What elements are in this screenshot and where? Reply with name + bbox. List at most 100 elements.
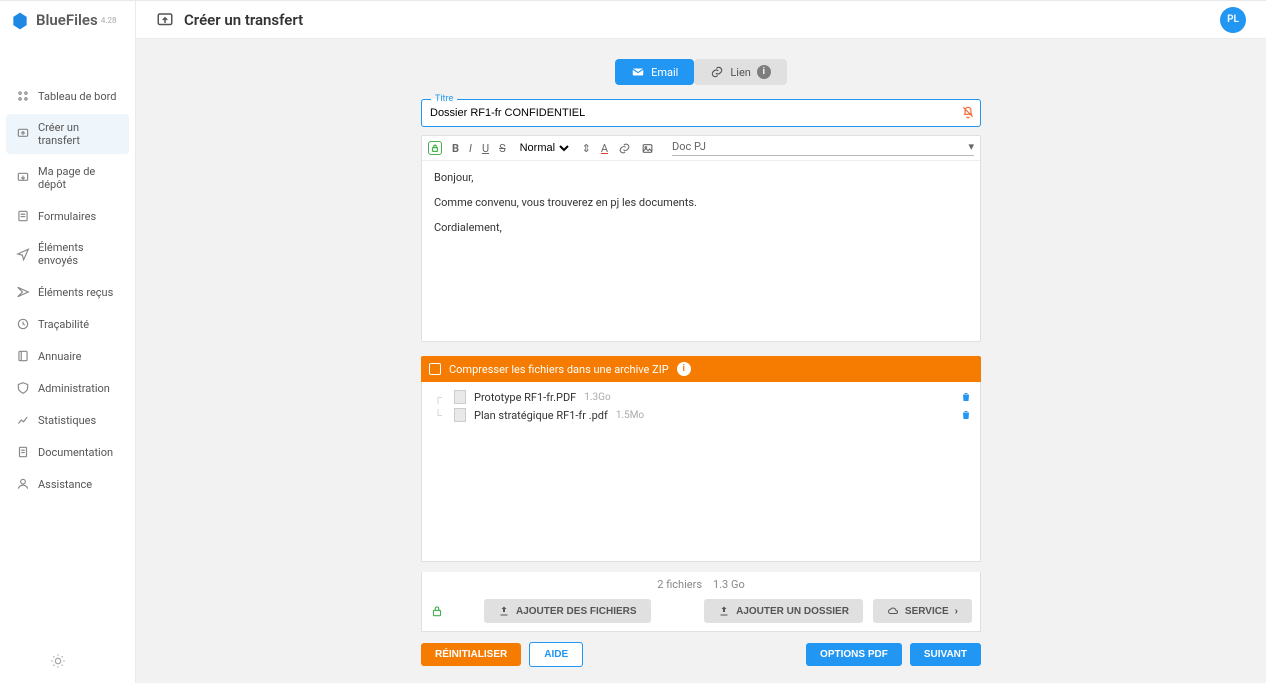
- brightness-icon[interactable]: [50, 653, 66, 669]
- tab-label: Email: [651, 66, 678, 79]
- file-row: └ Plan stratégique RF1-fr .pdf 1.5Mo: [430, 408, 972, 422]
- next-button[interactable]: SUIVANT: [910, 643, 981, 666]
- strike-button[interactable]: S: [499, 142, 506, 155]
- upload-icon: [498, 605, 510, 617]
- sidebar-item-forms[interactable]: Formulaires: [6, 202, 129, 230]
- title-label: Titre: [431, 94, 457, 104]
- zip-label: Compresser les fichiers dans une archive…: [449, 363, 669, 376]
- button-label: AJOUTER UN DOSSIER: [736, 606, 849, 617]
- sidebar-item-assistance[interactable]: Assistance: [6, 470, 129, 498]
- received-icon: [16, 285, 30, 299]
- service-button[interactable]: SERVICE ›: [873, 599, 972, 623]
- footer: RÉINITIALISER AIDE OPTIONS PDF SUIVANT: [421, 642, 981, 667]
- bell-slash-icon[interactable]: [961, 105, 975, 119]
- file-count: 2 fichiers: [657, 578, 702, 591]
- sidebar-label: Tableau de bord: [38, 90, 116, 103]
- format-select[interactable]: Normal: [516, 141, 572, 155]
- clock-icon: [16, 317, 30, 331]
- editor-toolbar: B I U S Normal ⇕ A Doc PJ ▾: [422, 136, 980, 161]
- tab-link[interactable]: Lien i: [694, 59, 787, 85]
- tab-email[interactable]: Email: [615, 59, 694, 85]
- template-value: Doc PJ: [672, 140, 706, 153]
- chevron-right-icon: ›: [955, 606, 958, 617]
- link-icon: [710, 65, 724, 79]
- sidebar-label: Éléments envoyés: [38, 241, 119, 267]
- brand-version: 4.28: [101, 16, 117, 25]
- editor-line: Bonjour,: [434, 171, 968, 184]
- file-icon: [454, 390, 466, 404]
- add-folder-button[interactable]: AJOUTER UN DOSSIER: [704, 599, 863, 623]
- logo-icon: [10, 11, 30, 31]
- sidebar-label: Formulaires: [38, 210, 96, 223]
- sidebar-item-statistics[interactable]: Statistiques: [6, 406, 129, 434]
- message-editor: B I U S Normal ⇕ A Doc PJ ▾: [421, 135, 981, 342]
- sidebar-item-received[interactable]: Éléments reçus: [6, 278, 129, 306]
- options-pdf-button[interactable]: OPTIONS PDF: [806, 643, 902, 666]
- sidebar-item-create-transfer[interactable]: Créer un transfert: [6, 114, 129, 154]
- sidebar-item-sent[interactable]: Éléments envoyés: [6, 234, 129, 274]
- upload-icon: [156, 11, 174, 29]
- file-total: 1.3 Go: [713, 578, 745, 591]
- logo: BlueFiles 4.28: [0, 1, 135, 41]
- editor-line: Comme convenu, vous trouverez en pj les …: [434, 196, 968, 209]
- upload-icon: [16, 127, 30, 141]
- user-icon: [16, 477, 30, 491]
- file-name: Prototype RF1-fr.PDF: [474, 391, 576, 404]
- tree-icon: └: [430, 409, 446, 422]
- sidebar-label: Statistiques: [38, 414, 96, 427]
- header: Créer un transfert PL: [136, 1, 1266, 39]
- delete-icon[interactable]: [960, 408, 972, 422]
- title-input[interactable]: [421, 99, 981, 127]
- add-files-button[interactable]: AJOUTER DES FICHIERS: [484, 599, 651, 623]
- cloud-icon: [887, 605, 899, 617]
- button-label: SERVICE: [905, 606, 949, 617]
- title-field: Titre: [421, 99, 981, 127]
- sidebar-item-directory[interactable]: Annuaire: [6, 342, 129, 370]
- chevron-down-icon: ▾: [968, 140, 974, 153]
- editor-body[interactable]: Bonjour, Comme convenu, vous trouverez e…: [422, 161, 980, 341]
- reset-button[interactable]: RÉINITIALISER: [421, 643, 521, 666]
- tab-label: Lien: [730, 66, 751, 79]
- transfer-mode-tabs: Email Lien i: [421, 59, 981, 85]
- avatar[interactable]: PL: [1220, 7, 1246, 33]
- sidebar-item-documentation[interactable]: Documentation: [6, 438, 129, 466]
- sidebar-label: Traçabilité: [38, 318, 89, 331]
- lock-icon[interactable]: [428, 141, 442, 155]
- underline-button[interactable]: U: [482, 142, 489, 155]
- brand-name: BlueFiles: [36, 11, 98, 29]
- file-size: 1.5Mo: [616, 410, 644, 421]
- lineheight-button[interactable]: ⇕: [582, 142, 591, 155]
- italic-button[interactable]: I: [469, 142, 472, 155]
- page-title: Créer un transfert: [184, 11, 303, 29]
- file-icon: [454, 408, 466, 422]
- doc-icon: [16, 445, 30, 459]
- sidebar-item-administration[interactable]: Administration: [6, 374, 129, 402]
- sidebar-item-deposit-page[interactable]: Ma page de dépôt: [6, 158, 129, 198]
- delete-icon[interactable]: [960, 390, 972, 404]
- sidebar-label: Documentation: [38, 446, 113, 459]
- image-button-icon[interactable]: [641, 142, 654, 155]
- sidebar-label: Assistance: [38, 478, 92, 491]
- file-name: Plan stratégique RF1-fr .pdf: [474, 409, 608, 422]
- file-row: ┌ Prototype RF1-fr.PDF 1.3Go: [430, 390, 972, 404]
- zip-bar: Compresser les fichiers dans une archive…: [421, 356, 981, 382]
- textcolor-button[interactable]: A: [601, 142, 608, 155]
- sidebar-item-dashboard[interactable]: Tableau de bord: [6, 82, 129, 110]
- sidebar: BlueFiles 4.28 Tableau de bord Créer un …: [0, 1, 136, 683]
- sidebar-label: Ma page de dépôt: [38, 165, 119, 191]
- link-button-icon[interactable]: [618, 142, 631, 155]
- lock-icon[interactable]: [430, 604, 444, 618]
- info-icon[interactable]: i: [757, 65, 771, 79]
- sent-icon: [16, 247, 30, 261]
- file-list: ┌ Prototype RF1-fr.PDF 1.3Go └ Plan stra…: [421, 382, 981, 562]
- template-select[interactable]: Doc PJ ▾: [672, 140, 974, 156]
- zip-checkbox[interactable]: [429, 363, 441, 375]
- inbox-icon: [16, 171, 30, 185]
- file-size: 1.3Go: [584, 392, 610, 403]
- help-button[interactable]: AIDE: [529, 642, 583, 667]
- info-icon[interactable]: i: [677, 362, 691, 376]
- bold-button[interactable]: B: [452, 142, 459, 155]
- sidebar-item-traceability[interactable]: Traçabilité: [6, 310, 129, 338]
- sidebar-label: Créer un transfert: [38, 121, 119, 147]
- editor-line: Cordialement,: [434, 221, 968, 234]
